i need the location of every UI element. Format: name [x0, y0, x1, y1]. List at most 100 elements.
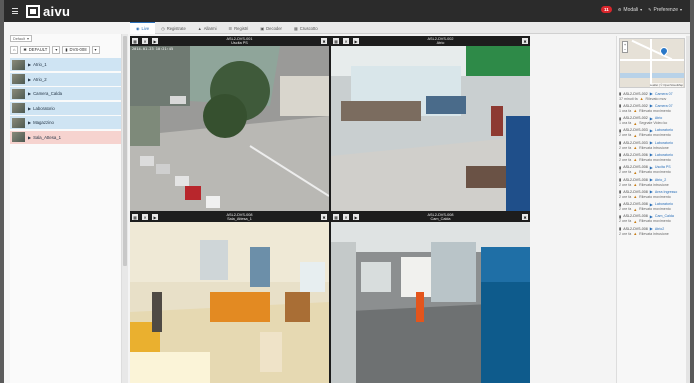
expand-icon[interactable]: ✕ [343, 38, 349, 44]
app-logo[interactable]: aivu [26, 3, 70, 19]
event-camera: Atrio2 [654, 226, 665, 231]
device-filter[interactable]: ▮ DVS-008 [62, 45, 90, 54]
play-icon[interactable]: ▶ [353, 214, 359, 220]
grid-icon[interactable]: ▦ [132, 214, 138, 220]
camera-item-camera-calda[interactable]: ▶ Camera_Calda [10, 87, 121, 100]
camera-thumbnail [12, 88, 25, 99]
logo-text: aivu [43, 3, 71, 19]
device-icon: ▮ [619, 213, 622, 219]
close-icon[interactable]: ✖ [522, 38, 528, 44]
event-type: Rilevata intrusione [639, 145, 669, 150]
camera-icon: ▶ [28, 76, 32, 82]
camera-item-atrio-2[interactable]: ▶ Atrio_2 [10, 72, 121, 86]
camera-icon: ▶ [28, 120, 32, 125]
empty-area [530, 36, 616, 383]
camera-icon: ▶ [649, 91, 653, 96]
camera-label: ▶ Sala_Attesa_1 [28, 135, 61, 140]
close-icon[interactable]: ✖ [321, 38, 327, 44]
user-icon: ⚙ [617, 7, 622, 12]
home-button[interactable]: ⌂ [10, 45, 19, 54]
layout-select[interactable]: Default ▾ [10, 35, 33, 42]
video-panel-3[interactable]: ▦ ✕ ▶ ASL2-DVS-008 Sala_Attesa_1 ✖ [130, 212, 329, 383]
scrollbar-thumb[interactable] [123, 36, 127, 266]
mini-map[interactable]: + − Leaflet | © OpenStreetMap [619, 38, 685, 88]
hamburger-menu-icon[interactable] [12, 8, 18, 14]
video-camera-name: Cam_Calda [430, 217, 451, 221]
tab-allarmi[interactable]: ▲ Allarmi [192, 22, 223, 34]
expand-icon[interactable]: ✕ [343, 214, 349, 220]
event-item[interactable]: ▮ ASL2-DVS-008 ▶ Atrio_2 2 ore fa ▲ Rilevata i… [619, 177, 684, 187]
chevron-down-icon: ▾ [55, 47, 58, 52]
event-time: 2 ore fa [619, 219, 632, 224]
event-item[interactable]: ▮ ASL2-DVS-002 ▶ Atrio 1 ora fa ▲ Segnale Vide… [619, 116, 684, 126]
event-item[interactable]: ▮ ASL2-DVS-003 ▶ Laboratorio 2 ore fa ▲ Rileva… [619, 140, 684, 150]
tab-decoder[interactable]: ▣ Decoder [254, 22, 288, 34]
video-panel-2[interactable]: ▦ ✕ ▶ ASL2-DVS-002 Atrio ✖ [331, 36, 530, 211]
close-icon[interactable]: ✖ [321, 214, 327, 220]
expand-icon[interactable]: ✕ [142, 38, 148, 44]
camera-label: ▶ Laboratorio [28, 106, 55, 111]
event-item[interactable]: ▮ ASL2-DVS-003 ▶ Laboratorio 2 ore fa ▲ Rileva… [619, 128, 684, 138]
events-list: ▮ ASL2-DVS-002 ▶ Camera 07 37 minuti fa ▲ Rile… [617, 90, 686, 240]
tab-label: Decoder [266, 25, 282, 31]
eye-icon: ◉ [136, 26, 140, 31]
user-menu[interactable]: ⚙ Modali ▾ [618, 7, 642, 13]
event-item[interactable]: ▮ ASL2-DVS-002 ▶ Camera 07 1 ora fa ▲ Rilevato… [619, 103, 684, 113]
play-icon[interactable]: ▶ [152, 38, 158, 44]
warning-icon: ▲ [633, 132, 638, 138]
left-scrollbar[interactable] [122, 34, 128, 383]
event-line-2: 2 ore fa ▲ Rilevato movimento [619, 194, 684, 199]
grid-icon[interactable]: ▦ [333, 214, 339, 220]
event-item[interactable]: ▮ ASL2-DVS-008 ▶ Cam_Calda 2 ore fa ▲ Rilevato… [619, 214, 684, 224]
tab-cruscotto[interactable]: ▦ Cruscotto [288, 22, 324, 34]
event-time: 37 minuti fa [619, 96, 638, 101]
device-icon: ▮ [619, 226, 622, 232]
video-panel-1[interactable]: ▦ ✕ ▶ ASL2-DVS-001 Uscita PS ✖ 2014-01-2… [130, 36, 329, 211]
event-camera: Atrio [654, 116, 663, 121]
event-item[interactable]: ▮ ASL2-DVS-002 ▶ Camera 07 37 minuti fa ▲ Rile… [619, 91, 684, 101]
logo-mark-icon [26, 4, 40, 18]
play-icon[interactable]: ▶ [353, 38, 359, 44]
tab-label: Cruscotto [299, 25, 318, 31]
camera-list-panel: Default ▾ ⌂ ✱ DEFAULT ▾ ▮ DVS-008 ▾ ▶ Atr… [10, 34, 122, 383]
group-filter-dropdown[interactable]: ▾ [52, 45, 61, 54]
close-icon[interactable]: ✖ [522, 214, 528, 220]
camera-item-magazzino[interactable]: ▶ Magazzino [10, 116, 121, 129]
device-filter-value: DVS-008 [69, 47, 87, 52]
play-icon[interactable]: ▶ [152, 214, 158, 220]
map-marker-icon[interactable] [658, 45, 670, 57]
camera-icon: ▶ [649, 127, 653, 133]
event-item[interactable]: ▮ ASL2-DVS-008 ▶ Laboratorio 2 ore fa ▲ Rileva… [619, 202, 684, 212]
expand-icon[interactable]: ✕ [142, 214, 148, 220]
camera-name: Sala_Attesa_1 [33, 134, 62, 140]
alert-count-badge[interactable]: 11 [601, 6, 612, 13]
warning-icon: ▲ [633, 120, 638, 126]
video-grid: ▦ ✕ ▶ ASL2-DVS-001 Uscita PS ✖ 2014-01-2… [130, 36, 530, 383]
event-item[interactable]: ▮ ASL2-DVS-008 ▶ Atrio2 2 ore fa ▲ Rilevata in… [619, 226, 684, 236]
event-item[interactable]: ▮ ASL2-DVS-008 ▶ Uscita PS 2 ore fa ▲ Rilevato… [619, 165, 684, 175]
event-line-2: 2 ore fa ▲ Rilevato movimento [619, 170, 684, 175]
right-scrollbar[interactable] [686, 36, 690, 383]
video-camera-name: Uscita PS [231, 41, 248, 45]
tab-live[interactable]: ◉ Live [130, 22, 156, 34]
camera-name: Laboratorio [33, 105, 55, 111]
event-camera: Laboratorio [654, 152, 674, 157]
video-panel-header: ▦ ✕ ▶ ASL2-DVS-008 Sala_Attesa_1 ✖ [130, 212, 329, 222]
event-item[interactable]: ▮ ASL2-DVS-006 ▶ Laboratorio 2 ore fa ▲ Rileva… [619, 152, 684, 162]
grid-icon[interactable]: ▦ [132, 38, 138, 44]
tab-registri[interactable]: ☰ Registri [223, 22, 255, 34]
tab-registrate[interactable]: ◷ Registrate [155, 22, 192, 34]
grid-icon[interactable]: ▦ [333, 38, 339, 44]
camera-item-sala-attesa-1[interactable]: ▶ Sala_Attesa_1 [10, 130, 121, 144]
group-filter[interactable]: ✱ DEFAULT [20, 45, 51, 54]
video-panel-4[interactable]: ▦ ✕ ▶ ASL2-DVS-008 Cam_Calda ✖ [331, 212, 530, 383]
camera-item-laboratorio[interactable]: ▶ Laboratorio [10, 101, 121, 115]
preferences-menu[interactable]: ✎ Preferenze ▾ [648, 7, 682, 13]
device-filter-dropdown[interactable]: ▾ [91, 45, 100, 54]
map-zoom-control[interactable]: + − [622, 41, 628, 53]
video-feed: 2014-01-23 10:21:45 [130, 46, 329, 211]
camera-item-atrio-1[interactable]: ▶ Atrio_1 [10, 58, 121, 71]
camera-icon: ▶ [28, 105, 32, 111]
event-item[interactable]: ▮ ASL2-DVS-008 ▶ Area Ingresso 2 ore fa ▲ Rile… [619, 189, 684, 199]
event-type: Rilevato movimento [639, 170, 671, 175]
